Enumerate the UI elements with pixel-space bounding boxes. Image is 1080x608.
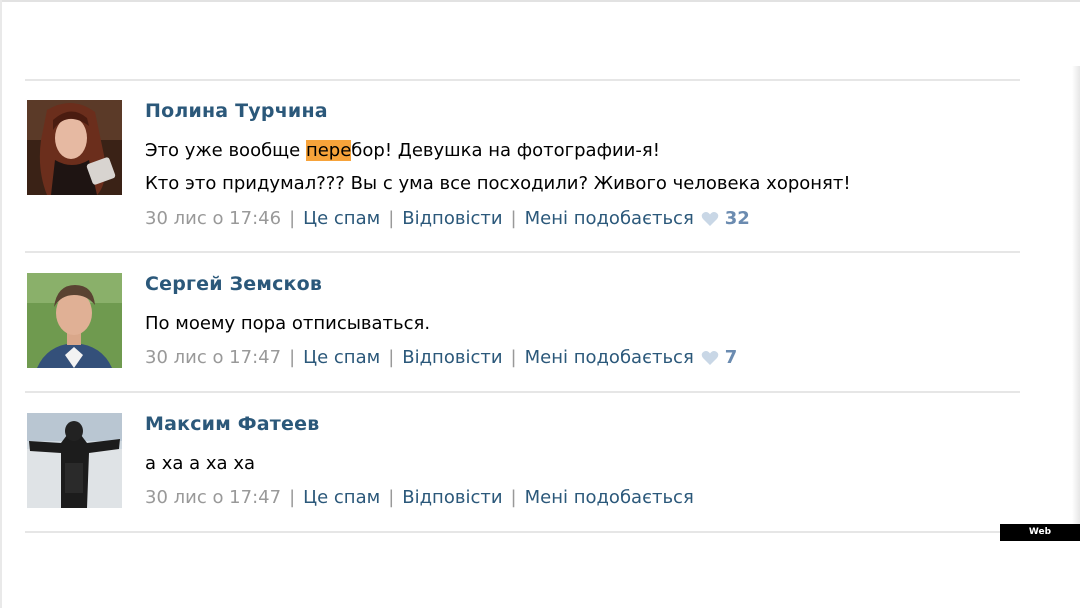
like-link[interactable]: Мені подобається — [525, 347, 694, 368]
heart-icon[interactable] — [701, 350, 719, 366]
reply-link[interactable]: Відповісти — [402, 347, 502, 368]
like-link[interactable]: Мені подобається — [525, 208, 694, 229]
comment-date[interactable]: 30 лис о 17:47 — [145, 487, 281, 508]
author-name[interactable]: Максим Фатеев — [145, 413, 319, 435]
comment-actions: 30 лис о 17:47 | Це спам | Відповісти | … — [145, 347, 737, 368]
divider — [25, 391, 1020, 393]
comment-text: По моему пора отписываться. — [145, 313, 431, 334]
web-screenshot-watermark: Web Screenshot — [1000, 524, 1080, 554]
comment-text-line2: Кто это придумал??? Вы с ума все посходи… — [145, 173, 851, 194]
separator: | — [289, 208, 296, 229]
heart-icon[interactable] — [701, 211, 719, 227]
comment-date[interactable]: 30 лис о 17:46 — [145, 208, 281, 229]
avatar[interactable] — [27, 413, 122, 508]
separator: | — [388, 347, 395, 368]
left-edge — [0, 0, 2, 608]
comment-text: а ха а ха ха — [145, 453, 255, 474]
right-edge-shadow — [1072, 66, 1080, 536]
spam-link[interactable]: Це спам — [303, 487, 380, 508]
avatar-man-photo-icon — [27, 273, 122, 368]
avatar-figure-photo-icon — [27, 413, 122, 508]
highlighted-text: пере — [305, 140, 352, 161]
separator: | — [388, 487, 395, 508]
spam-link[interactable]: Це спам — [303, 208, 380, 229]
separator: | — [510, 487, 517, 508]
like-count: 32 — [724, 208, 750, 229]
divider — [25, 79, 1020, 81]
avatar[interactable] — [27, 100, 122, 195]
spam-link[interactable]: Це спам — [303, 347, 380, 368]
comment-text-part: бор! Девушка на фотографии-я! — [351, 140, 660, 161]
author-name[interactable]: Сергей Земсков — [145, 273, 322, 295]
divider — [25, 251, 1020, 253]
comment-text-part: Это уже вообще — [145, 140, 306, 161]
separator: | — [289, 487, 296, 508]
screenshot-frame: Полина Турчина Это уже вообще перебор! Д… — [0, 0, 1080, 608]
separator: | — [289, 347, 296, 368]
avatar[interactable] — [27, 273, 122, 368]
separator: | — [388, 208, 395, 229]
comment-actions: 30 лис о 17:47 | Це спам | Відповісти | … — [145, 487, 694, 508]
comment-actions: 30 лис о 17:46 | Це спам | Відповісти | … — [145, 208, 750, 229]
comment-text: Это уже вообще перебор! Девушка на фотог… — [145, 140, 660, 161]
comment-date[interactable]: 30 лис о 17:47 — [145, 347, 281, 368]
top-edge — [0, 0, 1080, 2]
like-link[interactable]: Мені подобається — [525, 487, 694, 508]
reply-link[interactable]: Відповісти — [402, 487, 502, 508]
separator: | — [510, 208, 517, 229]
like-count: 7 — [724, 347, 738, 368]
separator: | — [510, 347, 517, 368]
author-name[interactable]: Полина Турчина — [145, 100, 328, 122]
divider — [25, 531, 1020, 533]
reply-link[interactable]: Відповісти — [402, 208, 502, 229]
avatar-girl-photo-icon — [27, 100, 122, 195]
